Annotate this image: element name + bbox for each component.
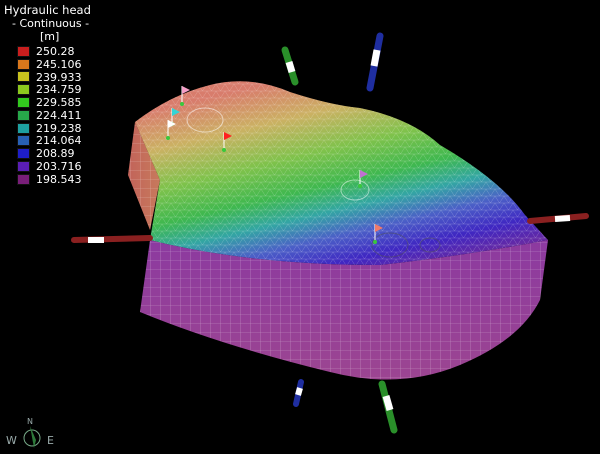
legend-value: 245.106 [36, 57, 82, 71]
legend-swatch [17, 173, 30, 185]
legend-value: 219.238 [36, 121, 82, 135]
legend-value: 198.543 [36, 172, 82, 186]
legend-swatch [17, 148, 30, 160]
legend-entries: 250.28 245.106 239.933 234.759 229.585 224.41… [4, 45, 91, 186]
hydraulic-head-surface [135, 81, 548, 265]
legend-title: Hydraulic head [4, 3, 91, 17]
axis-marker-top-blue [366, 32, 384, 92]
legend-swatch [17, 97, 30, 109]
legend-value: 214.064 [36, 134, 82, 148]
legend-swatch [17, 122, 30, 134]
3d-viewport[interactable]: Hydraulic head - Continuous - [m] 250.28… [0, 0, 600, 450]
compass-east: E [47, 434, 54, 447]
legend-entry: 214.064 [4, 134, 91, 148]
legend-unit: [m] [40, 30, 60, 43]
legend-entry: 239.933 [4, 71, 91, 84]
legend-entry: 198.543 [4, 173, 91, 186]
axis-marker-right-red [527, 213, 589, 224]
compass-icon: W E N [6, 417, 54, 448]
legend-swatch [17, 109, 30, 121]
legend-value: 224.411 [36, 108, 82, 122]
legend-value: 229.585 [36, 96, 82, 110]
legend-value: 250.28 [36, 44, 75, 58]
legend-swatch [17, 84, 30, 96]
color-legend: Hydraulic head - Continuous - [m] 250.28… [4, 4, 91, 186]
compass-west: W [6, 434, 17, 447]
legend-value: 234.759 [36, 83, 82, 97]
legend-swatch [17, 161, 30, 173]
legend-value: 203.716 [36, 160, 82, 174]
legend-value: 208.89 [36, 147, 75, 161]
legend-swatch [17, 45, 30, 57]
legend-entry: 203.716 [4, 160, 91, 173]
compass-north: N [27, 417, 33, 426]
legend-entry: 208.89 [4, 147, 91, 160]
legend-subtitle: - Continuous - [12, 17, 90, 30]
axis-marker-top-green [281, 46, 299, 86]
legend-entry: 229.585 [4, 96, 91, 109]
legend-entry: 224.411 [4, 109, 91, 122]
legend-swatch [17, 135, 30, 147]
legend-entry: 219.238 [4, 122, 91, 135]
axis-marker-bottom-blue [293, 379, 304, 407]
legend-swatch [17, 58, 30, 70]
axis-marker-left-red [71, 235, 153, 243]
legend-entry: 234.759 [4, 83, 91, 96]
legend-value: 239.933 [36, 70, 82, 84]
legend-entry: 245.106 [4, 58, 91, 71]
legend-swatch [17, 71, 30, 83]
legend-entry: 250.28 [4, 45, 91, 58]
axis-marker-bottom-green [378, 380, 398, 434]
